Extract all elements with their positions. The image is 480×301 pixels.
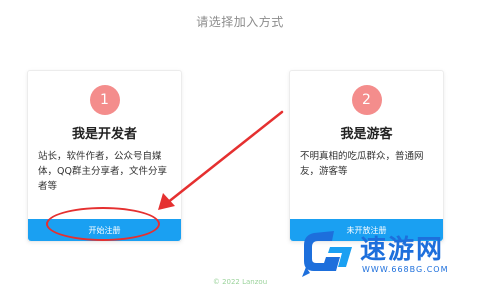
annotation-ellipse xyxy=(46,207,160,241)
watermark-logo: 速游网 WWW.668BG.COM xyxy=(300,225,476,285)
card-description: 不明真相的吃瓜群众，普通网友，游客等 xyxy=(300,151,424,177)
card-title: 我是开发者 xyxy=(71,127,137,142)
step-number-badge: 1 xyxy=(89,85,120,115)
step-number-badge: 2 xyxy=(351,85,382,115)
brand-logo-icon xyxy=(302,231,352,277)
page-title: 请选择加入方式 xyxy=(196,15,284,29)
visitor-card: 2 我是游客 不明真相的吃瓜群众，普通网友，游客等 未开放注册 xyxy=(289,70,444,242)
watermark-brand-text: 速游网 xyxy=(360,235,445,265)
watermark-url: WWW.668BG.COM xyxy=(362,265,449,274)
card-title: 我是游客 xyxy=(340,127,393,142)
card-description: 站长，软件作者，公众号自媒体，QQ群主分享者，文件分享者等 xyxy=(38,151,167,192)
